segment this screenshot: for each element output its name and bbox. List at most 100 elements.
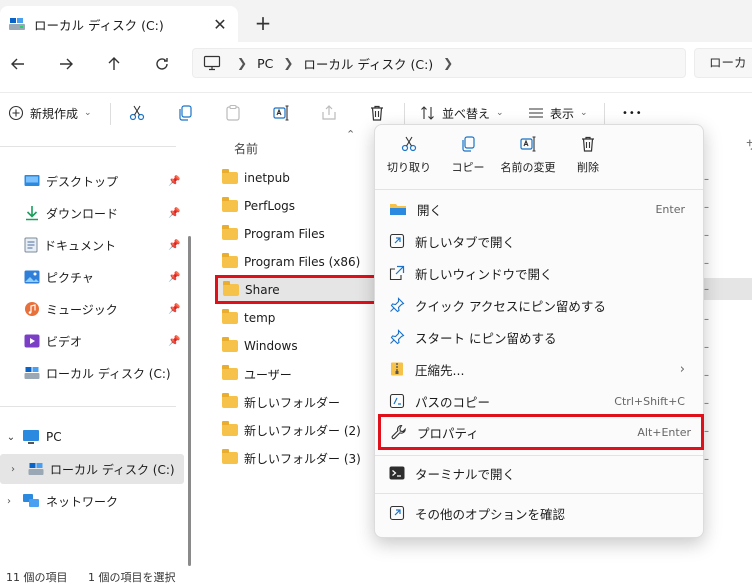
pin-icon[interactable]: 📌 [168,240,180,251]
menu-item-open-new-window[interactable]: 新しいウィンドウで開く [385,257,695,289]
sidebar-item-drive-selected[interactable]: › ローカル ディスク (C:) [0,454,184,484]
list-item[interactable]: temp [218,306,374,330]
pin-icon[interactable]: 📌 [168,304,180,315]
address-bar[interactable]: ❯ PC ❯ ローカル ディスク (C:) ❯ [192,48,686,78]
chevron-right-icon[interactable]: › [8,464,18,475]
picture-icon [24,270,40,284]
delete-action[interactable]: 削除 [557,135,619,185]
copy-icon [459,135,477,153]
breadcrumb-pc[interactable]: PC [257,56,273,71]
menu-item-pin-start[interactable]: スタート にピン留めする [385,321,695,353]
sidebar-item-music[interactable]: ミュージック [0,294,184,324]
pin-icon[interactable]: 📌 [168,272,180,283]
sidebar-item-label: ダウンロード [46,206,119,221]
selection-count: 1 個の項目を選択 [88,571,176,584]
pin-icon[interactable]: 📌 [168,336,180,347]
plus-circle-icon [8,105,24,121]
file-name: Program Files (x86) [244,255,361,269]
search-input[interactable]: ローカ [694,48,752,78]
copy-path-icon [389,393,405,409]
list-item[interactable]: ユーザー [218,362,374,386]
new-button[interactable]: 新規作成 ⌄ [8,93,92,133]
menu-item-open-terminal[interactable]: ターミナルで開く [385,457,695,489]
close-icon[interactable]: ✕ [208,12,232,36]
sidebar-item-videos[interactable]: ビデオ [0,326,184,356]
list-item[interactable]: 新しいフォルダー (3) [218,446,374,470]
menu-item-open-new-tab[interactable]: 新しいタブで開く [385,225,695,257]
list-item-selected[interactable]: Share [215,275,377,304]
row-cell: – [704,398,709,409]
menu-item-open[interactable]: 開く Enter [385,193,695,225]
sidebar-item-label: ミュージック [46,302,118,317]
cut-action[interactable]: 切り取り [378,135,440,185]
scrollbar[interactable] [188,236,191,566]
column-header-name[interactable]: 名前 [234,140,258,157]
sidebar-item-network[interactable]: › ネットワーク [0,486,184,516]
rename-icon[interactable] [270,93,292,133]
menu-item-pin-quick-access[interactable]: クイック アクセスにピン留めする [385,289,695,321]
divider [0,146,176,147]
sidebar-item-pictures[interactable]: ピクチャ [0,262,184,292]
copy-label: コピー [451,161,485,174]
pin-icon[interactable]: 📌 [168,176,180,187]
menu-item-label: プロパティ [417,425,479,441]
view-label: 表示 [550,106,575,121]
sidebar-item-label: ビデオ [46,334,83,349]
menu-item-label: 圧縮先... [415,362,465,378]
chevron-right-icon[interactable]: › [4,496,14,507]
copy-action[interactable]: コピー [437,135,499,185]
folder-icon [222,449,238,464]
back-arrow-icon[interactable] [4,50,32,78]
copy-icon[interactable] [174,93,196,133]
pin-icon[interactable]: 📌 [168,208,180,219]
row-cell: – [704,454,709,465]
drive-icon [24,366,40,380]
menu-item-copy-path[interactable]: パスのコピー Ctrl+Shift+C [385,385,695,417]
folder-icon [222,169,238,184]
chevron-right-icon: ❯ [283,56,294,70]
menu-item-properties[interactable]: プロパティ Alt+Enter [378,414,704,450]
file-name: 新しいフォルダー (2) [244,423,361,438]
sidebar-item-label: PC [46,430,62,444]
folder-icon [222,365,238,380]
folder-icon [222,393,238,408]
paste-icon [222,93,244,133]
folder-icon [223,280,239,296]
tab-local-disk[interactable]: ローカル ディスク (C:) ✕ [0,6,238,42]
menu-item-label: 新しいタブで開く [415,234,516,250]
new-tab-button[interactable]: + [250,10,276,36]
rename-action[interactable]: 名前の変更 [495,135,561,185]
row-cell: – [704,314,709,325]
list-item[interactable]: PerfLogs [218,194,374,218]
up-arrow-icon[interactable] [100,50,128,78]
sidebar-item-documents[interactable]: ドキュメント [0,230,184,260]
list-item[interactable]: inetpub [218,166,374,190]
folder-icon [222,253,238,268]
scissors-icon[interactable] [126,93,148,133]
refresh-icon[interactable] [148,50,176,78]
list-item[interactable]: 新しいフォルダー [218,390,374,414]
sidebar-item-local-disk[interactable]: ローカル ディスク (C:) [0,358,184,388]
chevron-down-icon[interactable]: ⌄ [4,432,18,443]
scissors-icon [400,135,418,153]
sidebar-item-pc[interactable]: ⌄ PC [0,422,184,452]
delete-icon [579,135,597,153]
menu-item-more-options[interactable]: その他のオプションを確認 [385,497,695,529]
music-icon [24,301,40,317]
shortcut-text: Enter [655,202,685,216]
network-icon [22,493,40,509]
folder-icon [222,309,238,324]
forward-arrow-icon[interactable] [52,50,80,78]
item-count: 11 個の項目 [6,571,68,584]
list-item[interactable]: 新しいフォルダー (2) [218,418,374,442]
file-name: inetpub [244,171,290,185]
column-header-size[interactable]: サ [746,136,752,153]
list-item[interactable]: Program Files (x86) [218,250,374,274]
share-icon [318,93,340,133]
sidebar-item-downloads[interactable]: ダウンロード [0,198,184,228]
list-item[interactable]: Windows [218,334,374,358]
breadcrumb-drive[interactable]: ローカル ディスク (C:) [303,54,433,73]
sidebar-item-desktop[interactable]: デスクトップ [0,166,184,196]
menu-item-compress[interactable]: 圧縮先... › [385,353,695,385]
list-item[interactable]: Program Files [218,222,374,246]
